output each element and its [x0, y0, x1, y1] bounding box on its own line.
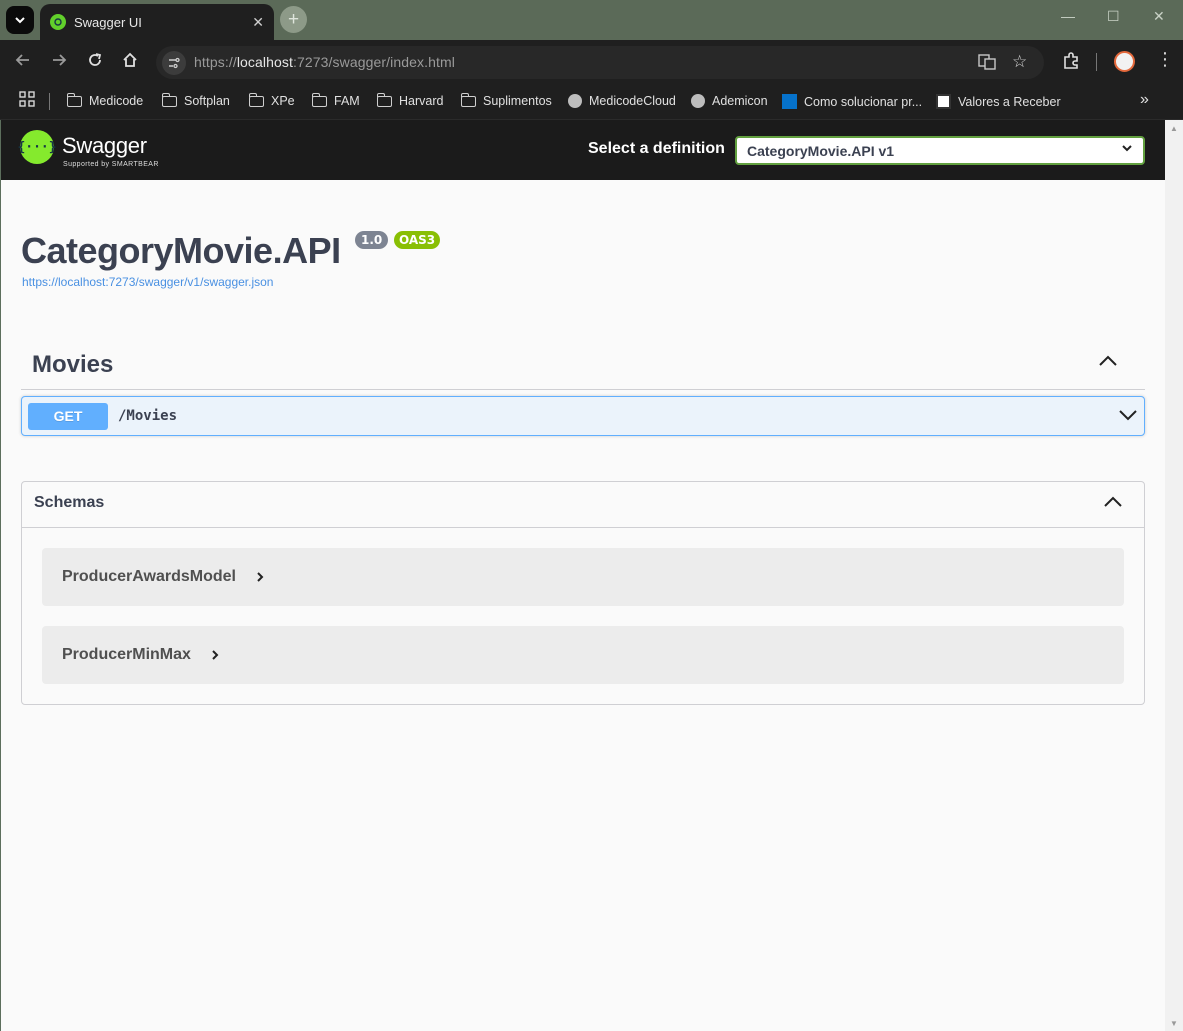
- swagger-brand: Swagger: [62, 133, 147, 158]
- bookmark-label: FAM: [334, 94, 360, 108]
- bookmark-label: MedicodeCloud: [589, 94, 676, 108]
- spec-url-link[interactable]: https://localhost:7273/swagger/v1/swagge…: [22, 275, 273, 289]
- tag-divider: [21, 389, 1145, 390]
- swagger-page: {···} Swagger Supported by SMARTBEAR Sel…: [1, 120, 1183, 1031]
- api-title: CategoryMovie.API: [21, 230, 341, 271]
- url-path: :7273/swagger/index.html: [292, 54, 455, 70]
- chevron-down-icon: [15, 17, 25, 24]
- swagger-brand-sub: Supported by SMARTBEAR: [63, 161, 159, 168]
- url-text: https://localhost:7273/swagger/index.htm…: [194, 54, 455, 70]
- bookmark-fam[interactable]: FAM: [311, 92, 360, 108]
- select-definition-label: Select a definition: [588, 140, 725, 157]
- translate-icon[interactable]: [978, 54, 996, 75]
- bookmarks-divider: [49, 93, 50, 110]
- scroll-down-icon[interactable]: ▼: [1170, 1019, 1178, 1028]
- browser-toolbar: https://localhost:7273/swagger/index.htm…: [0, 40, 1183, 84]
- bookmark-valores-a-receber[interactable]: Valores a Receber: [936, 94, 1061, 109]
- url-scheme: https://: [194, 54, 237, 70]
- model-producer-awards[interactable]: ProducerAwardsModel: [42, 548, 1124, 606]
- more-bookmarks-icon[interactable]: »: [1140, 91, 1149, 109]
- chevron-right-icon[interactable]: [255, 570, 265, 586]
- bookmark-harvard[interactable]: Harvard: [376, 92, 444, 108]
- address-bar[interactable]: https://localhost:7273/swagger/index.htm…: [156, 46, 1044, 79]
- url-host: localhost: [236, 54, 293, 70]
- model-name: ProducerMinMax: [62, 646, 191, 663]
- bookmark-label: Valores a Receber: [958, 94, 1061, 109]
- swagger-favicon-icon: [50, 14, 66, 30]
- bookmark-label: XPe: [271, 94, 295, 108]
- site-icon: [936, 94, 951, 109]
- minimize-icon[interactable]: —: [1061, 8, 1075, 24]
- folder-icon: [161, 92, 177, 107]
- bookmark-medicodecloud[interactable]: MedicodeCloud: [568, 94, 676, 108]
- operation-path: /Movies: [118, 408, 178, 424]
- bookmark-label: Harvard: [399, 94, 444, 108]
- schemas-header[interactable]: Schemas: [22, 482, 1144, 528]
- back-arrow-icon[interactable]: [15, 52, 31, 73]
- dell-icon: [782, 94, 797, 109]
- globe-icon: [568, 94, 582, 108]
- bookmark-medicode[interactable]: Medicode: [66, 92, 144, 108]
- chevron-up-icon[interactable]: [1097, 354, 1119, 373]
- oas-badge: OAS3: [394, 231, 441, 249]
- model-producer-min-max[interactable]: ProducerMinMax: [42, 626, 1124, 684]
- folder-icon: [311, 92, 327, 107]
- bookmark-label: Como solucionar pr...: [804, 94, 923, 109]
- chevron-down-icon[interactable]: [1118, 408, 1138, 427]
- bookmark-ademicon[interactable]: Ademicon: [691, 94, 768, 108]
- close-window-icon[interactable]: ✕: [1153, 8, 1165, 25]
- globe-icon: [691, 94, 705, 108]
- bookmark-label: Ademicon: [712, 94, 768, 108]
- forward-arrow-icon[interactable]: [51, 52, 67, 73]
- swagger-logo-icon[interactable]: {···}: [17, 130, 57, 164]
- bookmark-label: Softplan: [184, 94, 230, 108]
- bookmarks-bar: Medicode Softplan XPe FAM Harvard Suplim…: [0, 84, 1183, 120]
- close-tab-icon[interactable]: ✕: [252, 14, 264, 31]
- tab-search-button[interactable]: [6, 6, 34, 34]
- home-icon[interactable]: [122, 52, 138, 73]
- tab-title: Swagger UI: [74, 14, 142, 30]
- schemas-title: Schemas: [34, 494, 105, 511]
- extensions-icon[interactable]: [1062, 52, 1080, 75]
- operation-get-movies[interactable]: GET /Movies: [21, 396, 1145, 436]
- folder-icon: [248, 92, 264, 107]
- bookmark-como-solucionar[interactable]: Como solucionar pr...: [782, 94, 922, 109]
- folder-icon: [66, 92, 82, 107]
- swagger-topbar: {···} Swagger Supported by SMARTBEAR Sel…: [1, 120, 1165, 180]
- scroll-up-icon[interactable]: ▲: [1170, 124, 1178, 133]
- version-badge: 1.0: [355, 231, 389, 249]
- new-tab-button[interactable]: +: [280, 6, 307, 33]
- tag-movies-title[interactable]: Movies: [32, 351, 113, 379]
- apps-grid-icon[interactable]: [19, 91, 35, 107]
- schemas-section: Schemas ProducerAwardsModel ProducerMinM…: [21, 481, 1145, 705]
- profile-avatar[interactable]: [1114, 51, 1135, 72]
- chevron-down-icon: [1121, 142, 1133, 157]
- chevron-up-icon[interactable]: [1102, 495, 1124, 514]
- kebab-menu-icon[interactable]: ⋮: [1156, 49, 1174, 70]
- page-scrollbar[interactable]: ▲ ▼: [1165, 120, 1183, 1031]
- browser-titlebar: Swagger UI ✕ + — ☐ ✕: [0, 0, 1183, 40]
- bookmark-xpe[interactable]: XPe: [248, 92, 295, 108]
- definition-select-value: CategoryMovie.API v1: [747, 143, 895, 159]
- bookmark-softplan[interactable]: Softplan: [161, 92, 230, 108]
- bookmark-star-icon[interactable]: ☆: [1012, 52, 1027, 72]
- toolbar-divider: [1096, 53, 1097, 71]
- folder-icon: [376, 92, 392, 107]
- maximize-icon[interactable]: ☐: [1107, 8, 1120, 25]
- bookmark-label: Medicode: [89, 94, 144, 108]
- folder-icon: [460, 92, 476, 107]
- browser-tab-active[interactable]: Swagger UI ✕: [40, 4, 274, 40]
- chevron-right-icon[interactable]: [210, 648, 220, 664]
- site-info-icon[interactable]: [162, 51, 186, 75]
- method-badge: GET: [28, 403, 108, 430]
- bookmark-suplimentos[interactable]: Suplimentos: [460, 92, 552, 108]
- reload-icon[interactable]: [87, 52, 103, 73]
- model-name: ProducerAwardsModel: [62, 568, 236, 585]
- definition-select[interactable]: CategoryMovie.API v1: [735, 136, 1145, 165]
- bookmark-label: Suplimentos: [483, 94, 552, 108]
